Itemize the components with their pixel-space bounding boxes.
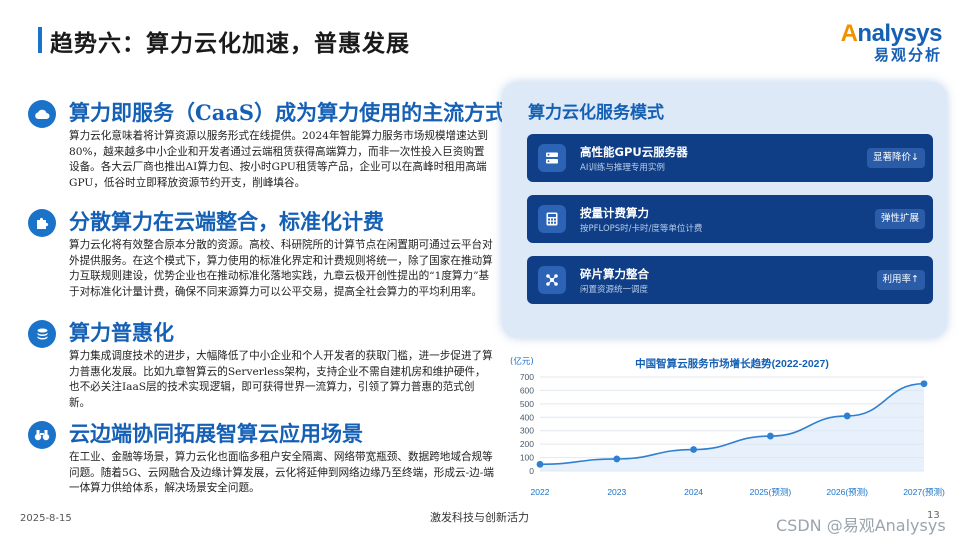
y-tick-label: 700 [520, 372, 534, 382]
x-tick-label: 2023 [607, 487, 626, 497]
page-title: 趋势六：算力云化加速，普惠发展 [50, 30, 410, 57]
data-point [843, 412, 851, 420]
service-card-metered[interactable]: 按量计费算力 按PFLOPS时/卡时/度等单位计费 弹性扩展 [527, 195, 933, 243]
service-subtitle: 按PFLOPS时/卡时/度等单位计费 [580, 224, 703, 234]
service-badge: 显著降价↓ [867, 148, 925, 168]
data-point [536, 460, 544, 468]
calculator-icon [538, 205, 566, 233]
server-icon [538, 144, 566, 172]
y-tick-label: 100 [520, 453, 534, 463]
service-subtitle: AI训练与推理专用实例 [580, 163, 665, 173]
service-badge: 弹性扩展 [874, 209, 925, 229]
service-subtitle: 闲置资源统一调度 [580, 285, 649, 295]
section-title: 算力即服务（CaaS）成为算力使用的主流方式 [69, 100, 507, 125]
footer-date: 2025-8-15 [20, 513, 72, 524]
logo-wordmark: nalysys [857, 20, 942, 47]
data-point [767, 432, 774, 440]
x-tick-label: 2025(预测) [750, 487, 792, 497]
y-tick-label: 400 [520, 412, 534, 422]
network-icon [538, 266, 566, 294]
panel-title: 算力云化服务模式 [528, 103, 664, 123]
y-tick-label: 0 [529, 466, 534, 476]
binoculars-icon [28, 421, 56, 449]
x-tick-label: 2024 [684, 487, 703, 497]
page-number: 13 [927, 510, 940, 521]
analysys-logo: Analysys 易观分析 [840, 20, 943, 65]
market-growth-chart: 中国智算云服务市场增长趋势(2022-2027) (亿元) 0 100 200 300 40… [502, 350, 952, 505]
section-body: 算力云化意味着将计算资源以服务形式在线提供。2024年智能算力服务市场规模增速达… [69, 130, 488, 189]
x-tick-label: 2022 [531, 487, 550, 497]
x-tick-label: 2027(预测) [903, 487, 945, 497]
coins-icon [28, 320, 56, 348]
chart-svg: 中国智算云服务市场增长趋势(2022-2027) (亿元) 0 100 200 300 40… [510, 356, 945, 497]
section-title: 云边端协同拓展智算云应用场景 [69, 421, 363, 446]
chart-title: 中国智算云服务市场增长趋势(2022-2027) [635, 357, 829, 370]
section-title: 分散算力在云端整合，标准化计费 [69, 209, 384, 234]
section-body: 在工业、金融等场景，算力云化也面临多租户安全隔离、网络带宽瓶颈、数据跨地域合规等… [69, 451, 494, 495]
y-tick-label: 300 [520, 426, 534, 436]
watermark: CSDN @易观Analysys [776, 516, 946, 535]
puzzle-icon [28, 209, 56, 237]
service-badge: 利用率↑ [876, 270, 925, 290]
service-model-panel: 算力云化服务模式 高性能GPU云服务器 AI训练与推理专用实例 显著降价↓ 按量… [502, 82, 947, 338]
cloud-icon [28, 100, 56, 128]
section-title: 算力普惠化 [69, 320, 174, 345]
y-tick-label: 600 [520, 385, 534, 395]
y-axis-unit: (亿元) [510, 356, 534, 367]
data-point [920, 380, 928, 388]
footer-slogan: 激发科技与创新活力 [430, 511, 529, 524]
service-name: 高性能GPU云服务器 [580, 145, 688, 159]
section-body: 算力云化将有效整合原本分散的资源。高校、科研院所的计算节点在闲置期可通过云平台对… [69, 239, 493, 298]
y-tick-label: 200 [520, 439, 534, 449]
data-point [690, 446, 697, 453]
service-name: 按量计费算力 [580, 206, 649, 220]
x-tick-label: 2026(预测) [826, 487, 868, 497]
service-card-fragment[interactable]: 碎片算力整合 闲置资源统一调度 利用率↑ [527, 256, 933, 304]
logo-letter: A [840, 20, 858, 47]
section-body: 算力集成调度技术的进步，大幅降低了中小企业和个人开发者的获取门槛，进一步促进了算… [69, 350, 493, 409]
service-name: 碎片算力整合 [580, 267, 649, 281]
y-tick-label: 500 [520, 399, 534, 409]
service-card-gpu[interactable]: 高性能GPU云服务器 AI训练与推理专用实例 显著降价↓ [527, 134, 933, 182]
data-point [613, 455, 621, 463]
title-accent-bar [38, 27, 42, 53]
